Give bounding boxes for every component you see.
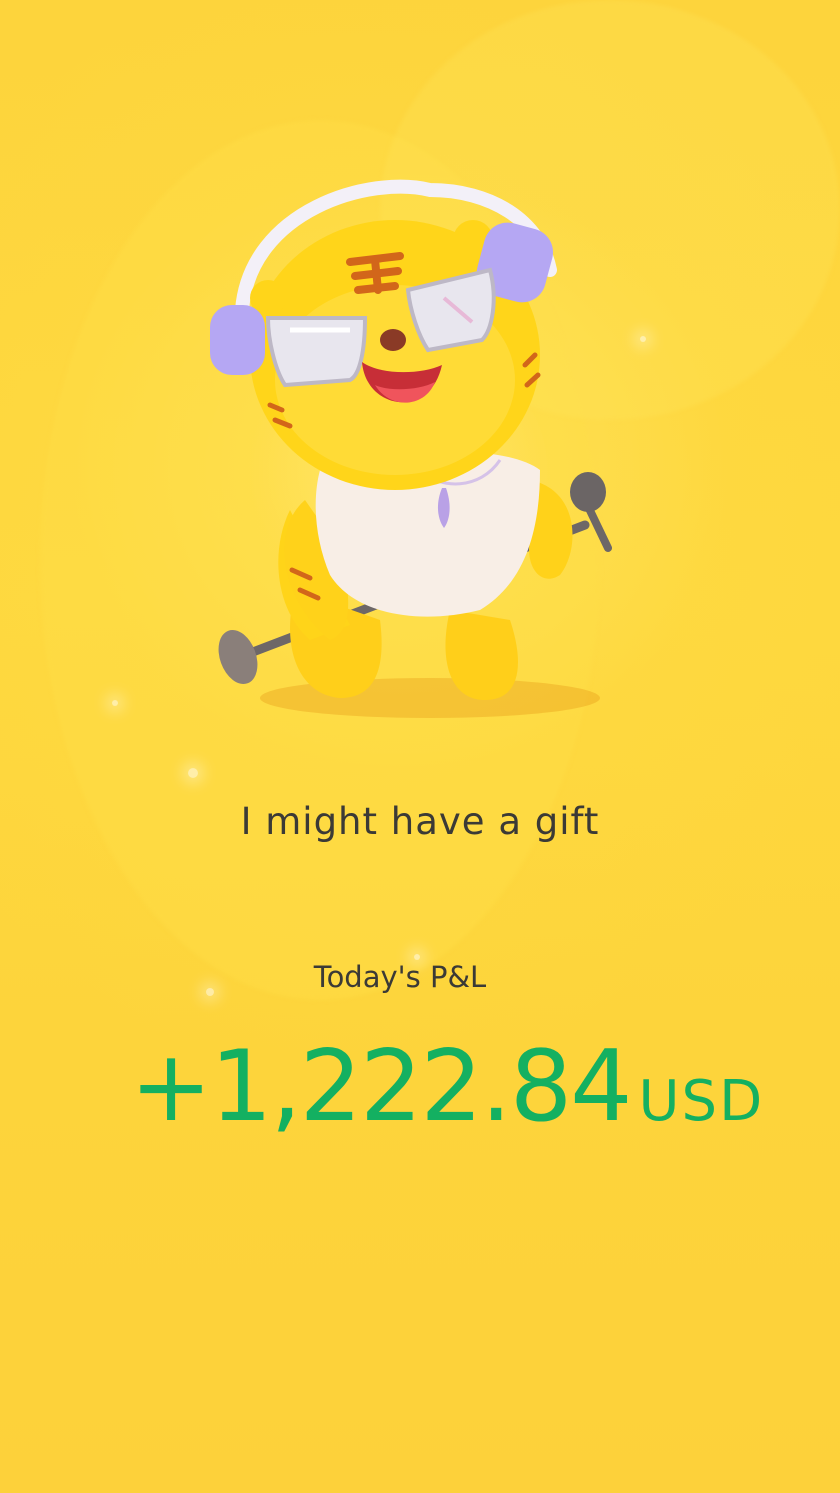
sparkle [188, 768, 198, 778]
pnl-label: Today's P&L [313, 960, 487, 994]
tiger-mascot-icon [210, 179, 612, 718]
gift-message: I might have a gift [240, 800, 600, 843]
pnl-currency: USD [638, 1069, 765, 1134]
pnl-value: +1,222.84 [130, 1030, 633, 1144]
pnl-amount: +1,222.84 USD [130, 1030, 770, 1144]
sparkle [112, 700, 118, 706]
